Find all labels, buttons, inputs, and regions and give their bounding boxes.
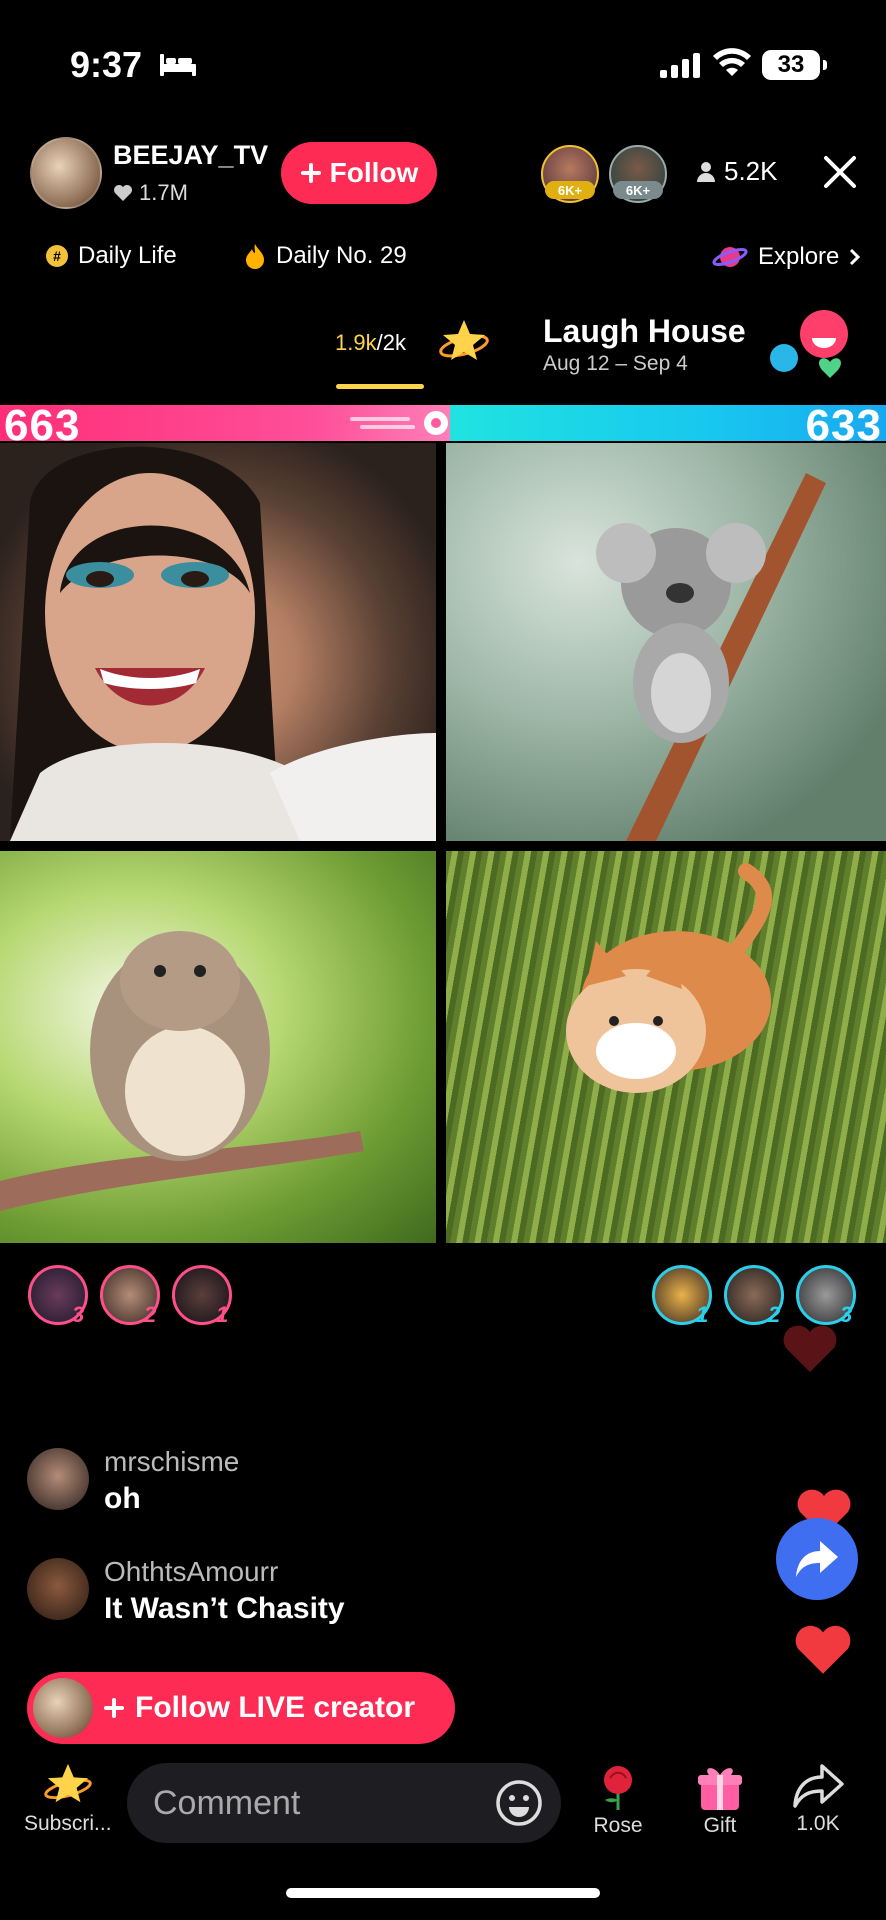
person-icon <box>697 161 715 182</box>
bed-icon <box>160 54 196 76</box>
star-icon[interactable] <box>438 316 490 368</box>
event-title[interactable]: Laugh House <box>543 313 746 350</box>
koala-avatar <box>596 473 826 841</box>
host-avatar[interactable] <box>30 137 102 209</box>
commenter-avatar[interactable] <box>27 1448 89 1510</box>
laugh-house-logo <box>770 310 848 378</box>
explore-link[interactable]: Explore <box>712 242 861 272</box>
status-time: 9:37 <box>70 44 143 85</box>
plus-icon <box>104 1698 124 1718</box>
right-gifter-rank: 3 <box>840 1302 853 1327</box>
video-tile-host[interactable] <box>0 443 436 841</box>
gift-button[interactable]: Gift <box>695 1762 745 1838</box>
close-icon[interactable] <box>822 154 858 190</box>
explore-label: Explore <box>758 243 840 270</box>
viewer-count[interactable]: 5.2K <box>696 156 778 187</box>
right-gifter-rank: 2 <box>768 1302 781 1327</box>
chip-daily-no[interactable]: Daily No. 29 <box>244 242 407 270</box>
share-count: 1.0K <box>796 1812 840 1835</box>
emoji-icon[interactable] <box>494 1778 544 1828</box>
comet-icon <box>350 411 448 435</box>
subscribe-button[interactable]: Subscri... <box>24 1762 112 1836</box>
gift-label: Gift <box>703 1814 737 1837</box>
host-likes-count: 1.7M <box>139 180 188 205</box>
top-viewer-badge: 6K+ <box>613 181 663 199</box>
comment-text: oh <box>104 1482 141 1515</box>
gift-icon <box>698 1768 742 1810</box>
host-likes: 1.7M <box>113 180 188 206</box>
host-video-figure <box>10 446 436 841</box>
wifi-icon <box>713 48 751 76</box>
chip-daily-life-label: Daily Life <box>78 242 177 269</box>
subscribe-label: Subscri... <box>24 1812 112 1835</box>
share-icon <box>793 1764 844 1808</box>
comment-username[interactable]: OhthtsAmourr <box>104 1556 278 1588</box>
follow-live-creator-label: Follow LIVE creator <box>135 1691 416 1724</box>
hamster-avatar <box>0 931 364 1211</box>
planet-icon <box>712 247 748 267</box>
cellular-signal-icon <box>660 52 700 78</box>
heart-icon <box>114 185 132 201</box>
follow-live-creator-button[interactable]: Follow LIVE creator <box>27 1672 455 1744</box>
battle-score-bar: 663 633 <box>0 401 886 450</box>
rose-gift-button[interactable]: Rose <box>593 1762 643 1838</box>
status-bar: 9:37 33 <box>0 0 886 120</box>
flame-icon <box>246 244 264 269</box>
comment-text: It Wasn’t Chasity <box>104 1592 345 1625</box>
plus-icon <box>300 163 321 183</box>
follow-button-label: Follow <box>329 157 419 188</box>
rose-label: Rose <box>593 1814 643 1837</box>
chevron-right-icon <box>850 248 861 266</box>
left-gifter-rank: 3 <box>72 1302 85 1327</box>
subscription-progress[interactable]: 1.9k/2k <box>335 330 406 356</box>
progress-current: 1.9k <box>335 330 377 355</box>
cat-avatar <box>566 863 772 1093</box>
comment-placeholder: Comment <box>153 1783 301 1822</box>
rose-icon <box>604 1766 632 1810</box>
battery-indicator: 33 <box>762 50 827 80</box>
left-gifter-rank: 1 <box>216 1302 229 1327</box>
progress-total: /2k <box>376 330 406 355</box>
host-name[interactable]: BEEJAY_TV <box>113 140 268 171</box>
chip-daily-life[interactable]: # Daily Life <box>46 242 177 270</box>
video-tile-cat[interactable] <box>446 851 886 1243</box>
floating-heart-icon <box>783 1325 837 1372</box>
hashtag-icon: # <box>46 245 68 267</box>
left-gifter-rank: 2 <box>144 1302 157 1327</box>
event-dates: Aug 12 – Sep 4 <box>543 352 688 375</box>
chip-daily-no-label: Daily No. 29 <box>276 242 407 269</box>
comment-username[interactable]: mrschisme <box>104 1446 239 1478</box>
creator-avatar <box>33 1678 93 1738</box>
commenter-avatar[interactable] <box>27 1558 89 1620</box>
floating-heart-icon <box>795 1625 851 1674</box>
star-icon <box>44 1763 92 1803</box>
video-tile-hamster[interactable] <box>0 851 436 1243</box>
right-gifter-rank: 1 <box>696 1302 709 1327</box>
home-indicator[interactable] <box>286 1888 600 1898</box>
video-tile-koala[interactable] <box>446 443 886 841</box>
progress-tab-indicator <box>336 384 424 389</box>
viewer-count-value: 5.2K <box>724 156 778 186</box>
share-arrow-icon <box>796 1541 838 1577</box>
follow-button[interactable]: Follow <box>281 142 437 204</box>
share-button[interactable] <box>776 1518 858 1600</box>
top-viewer-badge: 6K+ <box>545 181 595 199</box>
share-count-button[interactable]: 1.0K <box>792 1762 844 1836</box>
